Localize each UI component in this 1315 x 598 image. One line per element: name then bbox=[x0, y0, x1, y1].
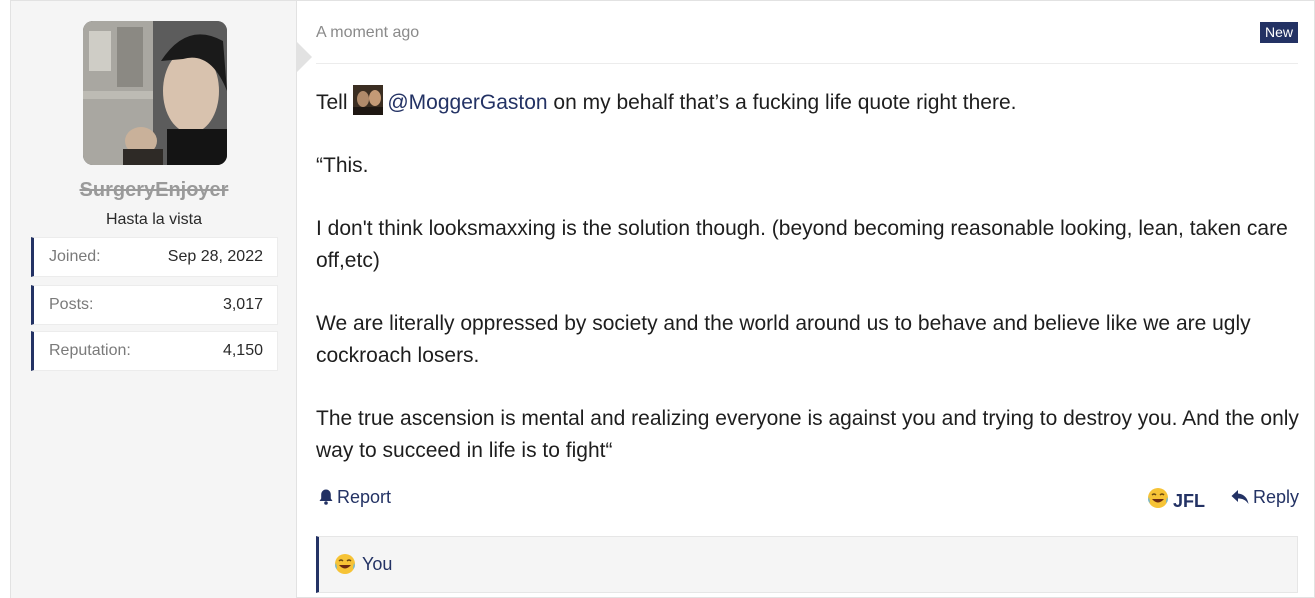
reply-button[interactable]: Reply bbox=[1231, 487, 1299, 510]
post-paragraph: I don't think looksmaxxing is the soluti… bbox=[316, 217, 1288, 272]
reactions-bar[interactable]: You bbox=[316, 536, 1298, 593]
post-paragraph: Tell @MoggerGaston on my behalf that’s a… bbox=[316, 85, 1301, 119]
post-timestamp[interactable]: A moment ago bbox=[316, 24, 419, 42]
jfl-reaction-button[interactable]: JFL bbox=[1147, 487, 1205, 514]
post-paragraph: We are literally oppressed by society an… bbox=[316, 312, 1251, 367]
reply-arrow-icon bbox=[1231, 489, 1249, 510]
report-button[interactable]: Report bbox=[319, 487, 391, 510]
post-text: Tell bbox=[316, 91, 354, 114]
post-paragraph: The true ascension is mental and realizi… bbox=[316, 407, 1299, 462]
username[interactable]: SurgeryEnjoyer bbox=[11, 179, 297, 202]
stat-value[interactable]: 3,017 bbox=[223, 296, 263, 314]
stat-posts: Posts: 3,017 bbox=[31, 285, 278, 325]
page: SurgeryEnjoyer Hasta la vista Joined: Se… bbox=[0, 0, 1315, 598]
report-label: Report bbox=[337, 487, 392, 507]
laughing-crying-emoji-icon bbox=[334, 553, 356, 580]
bell-icon bbox=[319, 489, 333, 510]
header-divider bbox=[316, 63, 1298, 64]
stat-label: Reputation: bbox=[49, 342, 131, 359]
post-body: Tell @MoggerGaston on my behalf that’s a… bbox=[316, 85, 1301, 498]
laughing-crying-emoji-icon bbox=[1147, 487, 1169, 514]
new-badge: New bbox=[1259, 22, 1298, 43]
stat-value: 4,150 bbox=[222, 342, 263, 359]
reaction-users[interactable]: You bbox=[362, 554, 392, 575]
mention-avatar[interactable] bbox=[353, 85, 384, 115]
avatar[interactable] bbox=[83, 21, 227, 165]
reply-label: Reply bbox=[1252, 487, 1299, 507]
user-title: Hasta la vista bbox=[105, 211, 203, 228]
stat-joined: Joined: Sep 28, 2022 bbox=[31, 237, 278, 277]
stat-label: Posts: bbox=[49, 296, 94, 313]
stat-reputation: Reputation: 4,150 bbox=[31, 331, 278, 371]
post-main: A moment ago New Tell @MoggerGaston on m… bbox=[297, 1, 1315, 598]
stat-label: Joined: bbox=[49, 248, 101, 265]
jfl-label: JFL bbox=[1172, 491, 1205, 511]
post-user-panel: SurgeryEnjoyer Hasta la vista Joined: Se… bbox=[11, 1, 297, 598]
forum-post: SurgeryEnjoyer Hasta la vista Joined: Se… bbox=[10, 0, 1315, 598]
post-text: on my behalf that’s a fucking life quote… bbox=[547, 91, 1017, 114]
post-paragraph: “This. bbox=[316, 154, 369, 177]
stat-value: Sep 28, 2022 bbox=[167, 248, 263, 265]
user-mention-link[interactable]: @MoggerGaston bbox=[387, 91, 547, 114]
